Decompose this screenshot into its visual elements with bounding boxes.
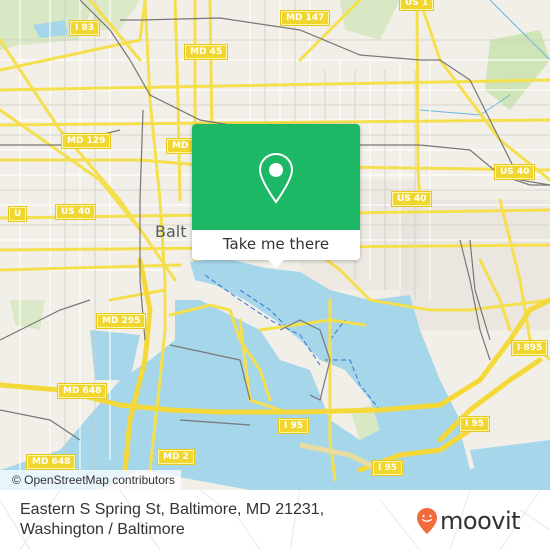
moovit-logo-text: moovit — [440, 507, 521, 535]
location-popup: Take me there — [192, 124, 360, 268]
moovit-pin-icon — [417, 508, 437, 534]
road-shield-md295: MD 295 — [97, 314, 146, 328]
road-shield-i95: I 95 — [373, 461, 403, 475]
park-area — [340, 0, 400, 40]
popup-header — [192, 124, 360, 230]
map-view[interactable]: Balt I 83 MD 45 MD 147 US 1 MD 129 MD US… — [0, 0, 550, 490]
park-area — [485, 30, 550, 110]
road-shield-us40: US 40 — [495, 165, 535, 179]
road-shield-md147: MD 147 — [281, 11, 330, 25]
harbor-water — [470, 440, 550, 490]
take-me-there-button[interactable]: Take me there — [192, 230, 360, 260]
address-line-1: Eastern S Spring St, Baltimore, MD 21231… — [20, 501, 325, 518]
popup-caret — [268, 260, 284, 268]
address-text: Eastern S Spring St, Baltimore, MD 21231… — [20, 500, 324, 540]
road-shield-md: MD — [167, 139, 194, 153]
road-shield-us40: US 40 — [56, 205, 96, 219]
road-shield-md648: MD 648 — [27, 455, 76, 469]
footer: Eastern S Spring St, Baltimore, MD 21231… — [0, 490, 550, 550]
map-attribution[interactable]: © OpenStreetMap contributors — [0, 470, 181, 490]
road-shield-md129: MD 129 — [62, 134, 111, 148]
road-shield-md2: MD 2 — [158, 450, 194, 464]
moovit-logo[interactable]: moovit — [416, 506, 521, 536]
road-shield-md45: MD 45 — [185, 45, 228, 59]
road-shield-i95: I 95 — [279, 419, 309, 433]
park-area — [10, 300, 45, 330]
road-shield-us1: US 1 — [400, 0, 434, 10]
road-shield-us40-partial: U — [9, 207, 27, 221]
map-pin-icon — [258, 152, 294, 204]
road-shield-i83: I 83 — [70, 21, 100, 35]
road-shield-md648: MD 648 — [58, 384, 107, 398]
road-shield-i895: I 895 — [512, 341, 548, 355]
road-shield-i95: I 95 — [460, 417, 490, 431]
city-label: Balt — [155, 222, 187, 241]
address-line-2: Washington / Baltimore — [20, 521, 185, 538]
road-shield-us40: US 40 — [392, 192, 432, 206]
